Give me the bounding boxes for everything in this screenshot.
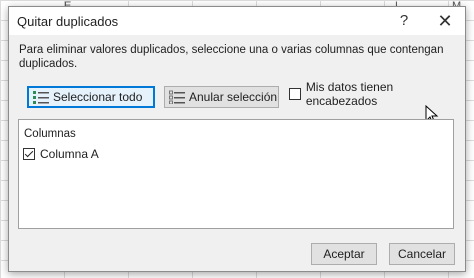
close-button[interactable]: ✕: [433, 10, 457, 32]
headers-checkbox-box[interactable]: [289, 88, 301, 100]
list-item[interactable]: Columna A: [23, 147, 99, 161]
column-a-checkbox[interactable]: [23, 148, 35, 160]
unselect-all-label: Anular selección: [189, 90, 278, 104]
columns-header: Columnas: [24, 128, 76, 140]
column-a-label: Columna A: [40, 147, 99, 161]
help-button[interactable]: ?: [393, 10, 415, 32]
dialog-titlebar: Quitar duplicados ? ✕: [9, 7, 465, 35]
cancel-button[interactable]: Cancelar: [389, 243, 455, 265]
headers-checkbox[interactable]: Mis datos tienen encabezados: [289, 80, 465, 108]
select-all-button[interactable]: Seleccionar todo: [27, 86, 155, 108]
columns-list[interactable]: Columnas Columna A: [18, 119, 454, 229]
list-check-icon: [33, 91, 49, 104]
unselect-all-button[interactable]: Anular selección: [164, 86, 279, 108]
list-uncheck-icon: [169, 90, 185, 104]
select-all-label: Seleccionar todo: [53, 90, 143, 104]
headers-checkbox-label: Mis datos tienen encabezados: [305, 80, 394, 108]
accept-button[interactable]: Aceptar: [311, 243, 377, 265]
dialog-instructions: Para eliminar valores duplicados, selecc…: [19, 44, 444, 70]
dialog-title: Quitar duplicados: [17, 14, 119, 29]
remove-duplicates-dialog: Quitar duplicados ? ✕ Para eliminar valo…: [8, 6, 466, 272]
